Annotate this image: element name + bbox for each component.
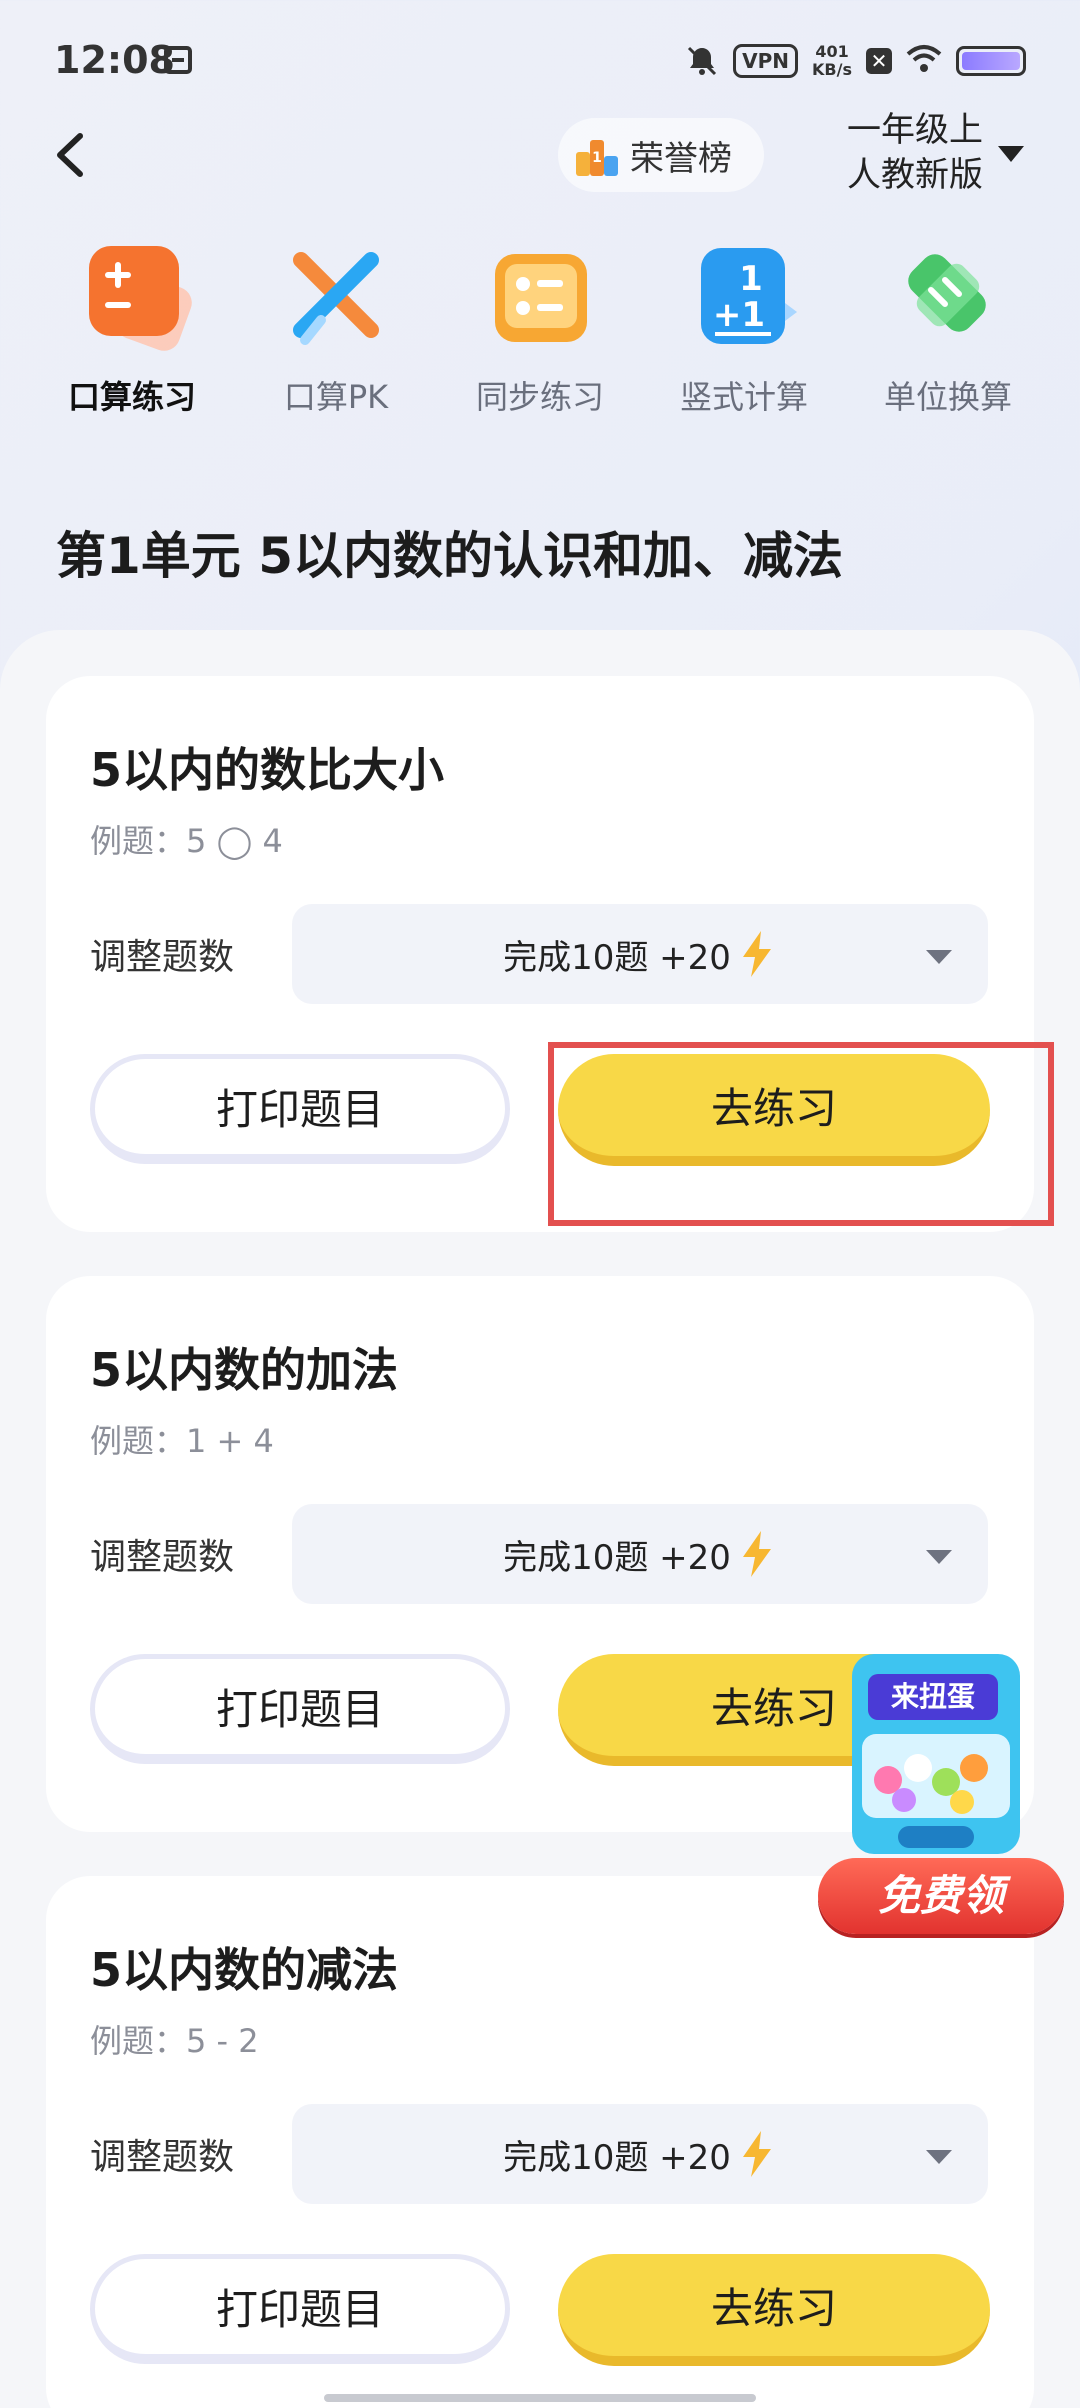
lightning-icon bbox=[742, 931, 771, 977]
question-count-select[interactable]: 完成10题 +20 bbox=[292, 904, 988, 1004]
ruler-pencil-icon bbox=[883, 240, 1013, 360]
edition-label: 人教新版 bbox=[847, 155, 983, 195]
network-speed-value: 401 bbox=[815, 42, 849, 61]
svg-text:+1: +1 bbox=[713, 295, 765, 335]
grade-label: 一年级上 bbox=[847, 110, 983, 150]
tab-label: 口算PK bbox=[283, 378, 389, 416]
tab-label: 单位换算 bbox=[883, 378, 1012, 416]
vpn-badge: VPN bbox=[733, 44, 799, 78]
free-claim-button[interactable]: 免费领 bbox=[818, 1858, 1064, 1934]
caret-down-icon bbox=[926, 950, 952, 964]
vertical-calc-icon: 1 +1 bbox=[679, 240, 809, 360]
adjust-count-label: 调整题数 bbox=[90, 2137, 235, 2178]
exercise-card: 5以内数的减法 例题：5 - 2 调整题数 完成10题 +20 打印题目 去练习 bbox=[46, 1876, 1034, 2408]
print-questions-button[interactable]: 打印题目 bbox=[90, 1654, 510, 1764]
tab-vertical-calc[interactable]: 1 +1 竖式计算 bbox=[642, 240, 846, 420]
question-count-value: 完成10题 +20 bbox=[503, 937, 731, 978]
unit-title: 第1单元 5以内数的认识和加、减法 bbox=[56, 527, 843, 585]
card-example: 例题：5 ◯ 4 bbox=[90, 822, 283, 860]
caret-down-icon bbox=[926, 2150, 952, 2164]
tab-oral-pk[interactable]: 口算PK bbox=[234, 240, 438, 420]
caret-down-icon bbox=[926, 1550, 952, 1564]
card-title: 5以内的数比大小 bbox=[90, 743, 445, 797]
sim-card-icon bbox=[164, 46, 192, 74]
question-count-select[interactable]: 完成10题 +20 bbox=[292, 1504, 988, 1604]
wifi-icon bbox=[906, 44, 942, 78]
lightning-icon bbox=[742, 2131, 771, 2177]
home-indicator bbox=[324, 2394, 756, 2402]
honor-board-button[interactable]: 1 荣誉榜 bbox=[558, 118, 764, 192]
tab-label: 同步练习 bbox=[475, 378, 604, 416]
crossed-swords-icon bbox=[271, 240, 401, 360]
honor-board-label: 荣誉榜 bbox=[630, 138, 732, 179]
gacha-promo[interactable]: 来扭蛋 免费领 bbox=[808, 1640, 1074, 1940]
lightning-icon bbox=[742, 1531, 771, 1577]
grade-selector[interactable]: 一年级上 人教新版 bbox=[840, 108, 1040, 198]
notification-x-icon: ✕ bbox=[866, 48, 892, 74]
question-count-value: 完成10题 +20 bbox=[503, 2137, 731, 2178]
tab-unit-conversion[interactable]: 单位换算 bbox=[846, 240, 1050, 420]
tab-oral-practice[interactable]: 口算练习 bbox=[30, 240, 234, 420]
status-time: 12:08 bbox=[54, 38, 175, 82]
highlight-box bbox=[548, 1042, 1054, 1226]
adjust-count-label: 调整题数 bbox=[90, 937, 235, 978]
podium-icon: 1 bbox=[576, 140, 618, 176]
go-practice-button[interactable]: 去练习 bbox=[558, 2254, 990, 2366]
svg-text:1: 1 bbox=[739, 259, 763, 299]
card-title: 5以内数的加法 bbox=[90, 1343, 399, 1397]
caret-down-icon bbox=[998, 146, 1024, 162]
gacha-sign: 来扭蛋 bbox=[868, 1674, 998, 1720]
question-count-select[interactable]: 完成10题 +20 bbox=[292, 2104, 988, 2204]
print-questions-button[interactable]: 打印题目 bbox=[90, 1054, 510, 1164]
bell-muted-icon bbox=[685, 44, 719, 78]
book-icon bbox=[475, 240, 605, 360]
practice-tabs: 口算练习 口算PK 同步练习 1 +1 竖式计算 单位换算 bbox=[30, 240, 1050, 420]
battery-icon bbox=[956, 46, 1026, 76]
card-example: 例题：1 + 4 bbox=[90, 1422, 274, 1460]
network-speed-unit: KB/s bbox=[812, 60, 852, 79]
back-button[interactable] bbox=[40, 120, 100, 190]
card-example: 例题：5 - 2 bbox=[90, 2022, 259, 2060]
chevron-left-icon bbox=[57, 133, 83, 177]
plus-minus-icon bbox=[67, 240, 197, 360]
tab-label: 口算练习 bbox=[67, 378, 196, 416]
adjust-count-label: 调整题数 bbox=[90, 1537, 235, 1578]
print-questions-button[interactable]: 打印题目 bbox=[90, 2254, 510, 2364]
status-bar: 12:08 VPN 401 KB/s ✕ bbox=[0, 0, 1080, 120]
svg-text:1: 1 bbox=[592, 150, 602, 166]
tab-sync-practice[interactable]: 同步练习 bbox=[438, 240, 642, 420]
card-title: 5以内数的减法 bbox=[90, 1943, 399, 1997]
question-count-value: 完成10题 +20 bbox=[503, 1537, 731, 1578]
network-speed: 401 KB/s bbox=[812, 43, 852, 79]
tab-label: 竖式计算 bbox=[679, 378, 808, 416]
